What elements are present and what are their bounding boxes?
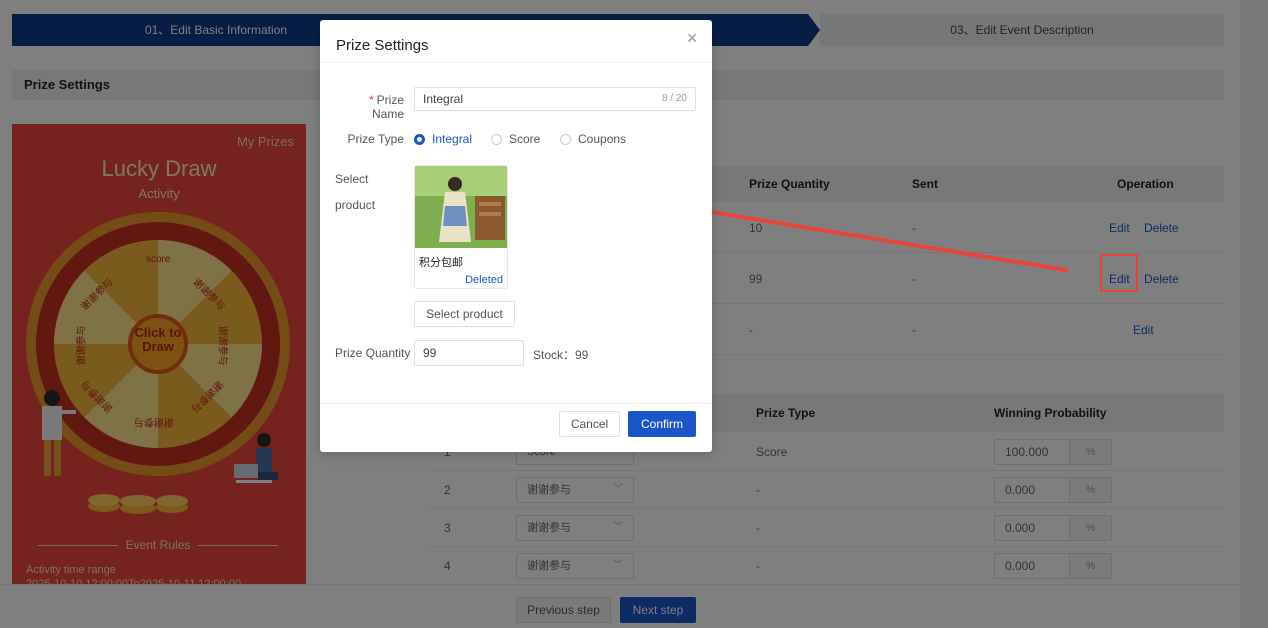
dialog-header-divider bbox=[320, 62, 712, 63]
radio-score[interactable]: Score bbox=[491, 132, 540, 146]
radio-icon bbox=[491, 134, 502, 145]
prize-settings-dialog: Prize Settings ✕ * Prize Name Integral 8 … bbox=[320, 20, 712, 452]
prize-quantity-label: Prize Quantity bbox=[335, 346, 411, 360]
radio-coupons[interactable]: Coupons bbox=[560, 132, 626, 146]
stock-text: Stock：99 bbox=[533, 348, 589, 362]
confirm-button[interactable]: Confirm bbox=[628, 411, 696, 437]
radio-coupons-label: Coupons bbox=[578, 132, 627, 146]
radio-icon bbox=[560, 134, 571, 145]
select-product-button[interactable]: Select product bbox=[414, 301, 515, 327]
char-count: 8 / 20 bbox=[661, 93, 687, 104]
cancel-button[interactable]: Cancel bbox=[559, 411, 620, 437]
select-product-label-line1: Select bbox=[335, 172, 369, 186]
product-name: 积分包邮 bbox=[419, 257, 463, 269]
radio-score-label: Score bbox=[509, 132, 541, 146]
select-product-label: Select product bbox=[335, 172, 375, 212]
radio-icon bbox=[414, 134, 425, 145]
prize-type-label: Prize Type bbox=[347, 132, 404, 146]
product-card[interactable]: 积分包邮 Deleted bbox=[414, 165, 508, 289]
prize-quantity-value: 99 bbox=[423, 346, 437, 360]
dialog-title: Prize Settings bbox=[336, 37, 429, 54]
product-status: Deleted bbox=[465, 274, 503, 286]
dialog-footer-divider bbox=[320, 403, 712, 404]
required-mark: * bbox=[368, 93, 374, 107]
prize-name-label-text: Prize Name bbox=[371, 93, 404, 121]
prize-quantity-input[interactable]: 99 bbox=[414, 340, 524, 366]
prize-name-value: Integral bbox=[423, 92, 464, 106]
prize-name-label: * Prize Name bbox=[336, 93, 404, 121]
select-product-label-line2: product bbox=[335, 198, 376, 212]
prize-name-input[interactable]: Integral 8 / 20 bbox=[414, 87, 696, 111]
radio-integral-label: Integral bbox=[432, 132, 473, 146]
product-image bbox=[415, 166, 507, 248]
radio-integral[interactable]: Integral bbox=[414, 132, 472, 146]
close-icon[interactable]: ✕ bbox=[686, 30, 698, 47]
